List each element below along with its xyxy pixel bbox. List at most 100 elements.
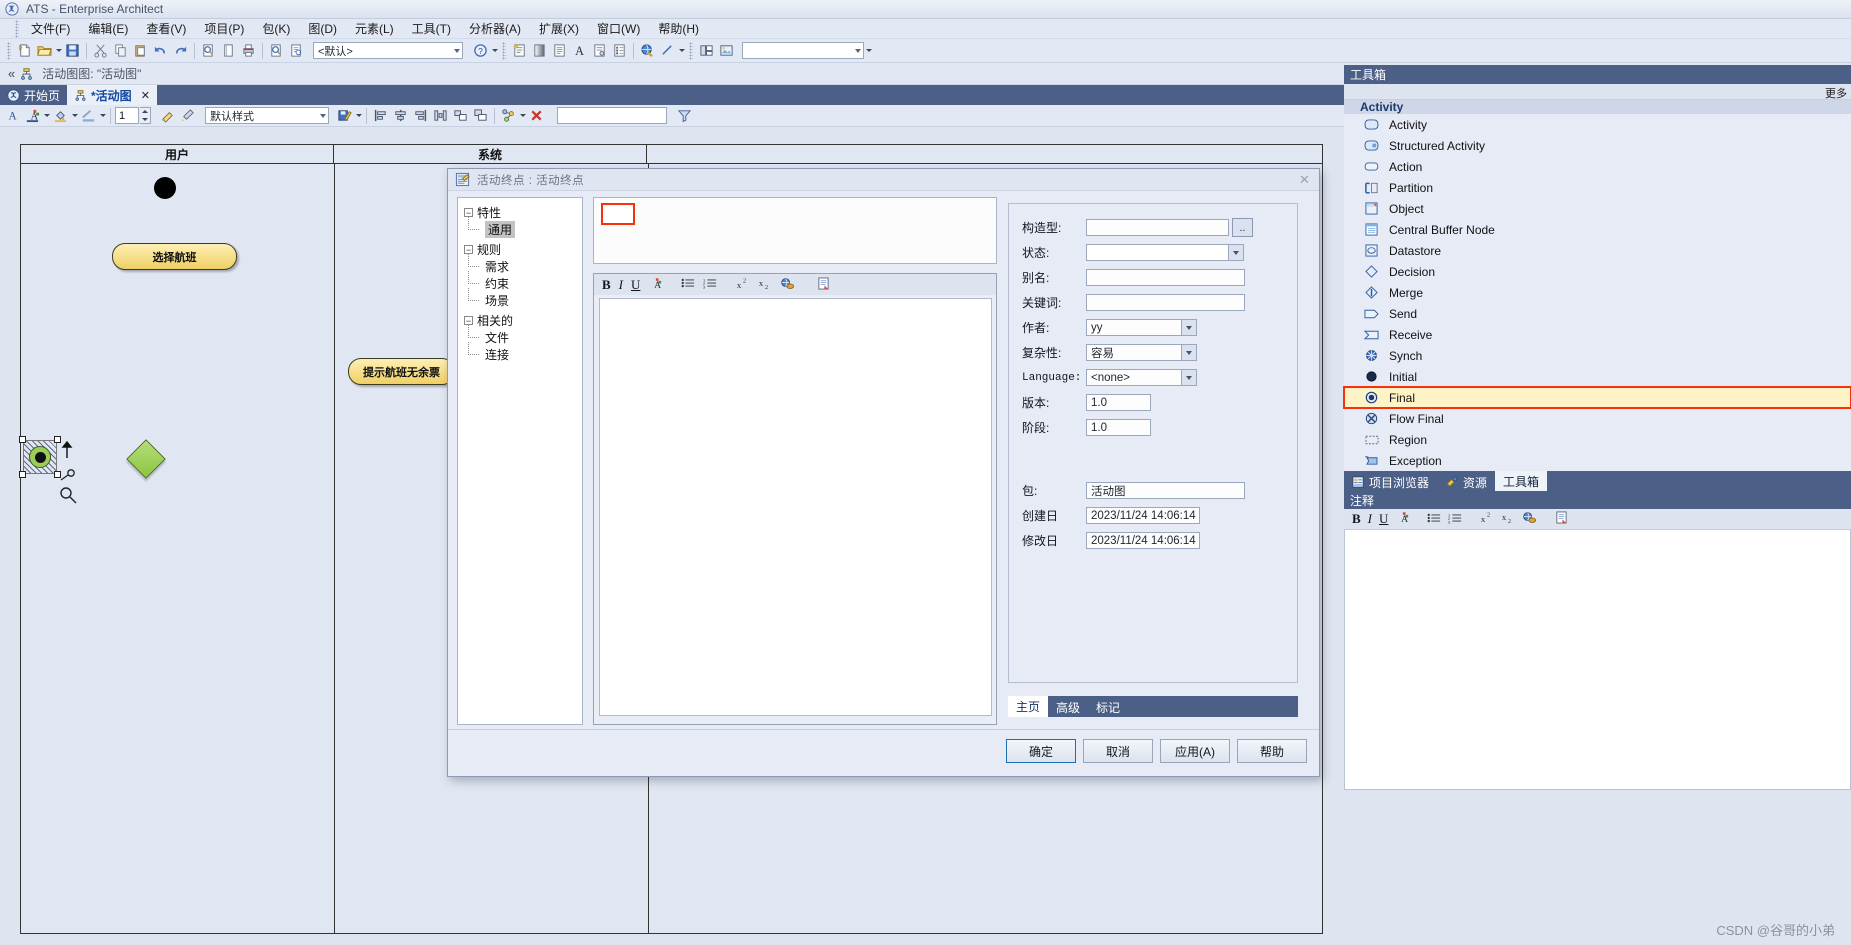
distribute-icon[interactable] [431,106,450,125]
inspect-icon[interactable] [287,41,306,60]
tab-activity-diagram[interactable]: *活动图 ✕ [67,85,157,105]
numbered-list-icon[interactable]: 123 [1448,512,1462,527]
toolbox-more-label[interactable]: 更多 [1825,85,1847,101]
menu-item-analyzer[interactable]: 分析器(A) [460,19,530,38]
resize-handle-ne[interactable] [54,436,61,443]
print-icon[interactable] [239,41,258,60]
superscript-icon[interactable]: x2 [1480,511,1494,527]
sub-tab-tags[interactable]: 标记 [1088,698,1128,717]
italic-icon[interactable]: I [1368,511,1372,527]
gradient-icon[interactable] [530,41,549,60]
page-icon[interactable] [219,41,238,60]
tab-start-page[interactable]: 开始页 [0,85,67,105]
tree-node-constraints[interactable]: 约束 [464,271,582,292]
tree-node-files[interactable]: 文件 [464,325,582,346]
complexity-combo-arrow-icon[interactable] [1182,344,1197,361]
document-icon[interactable] [550,41,569,60]
package-input[interactable]: 活动图 [1086,482,1245,499]
language-combo-value[interactable]: <none> [1086,369,1182,386]
keywords-input[interactable] [1086,294,1245,311]
modified-date-input[interactable]: 2023/11/24 14:06:14 [1086,532,1200,549]
toolbox-item-decision[interactable]: Decision [1344,261,1851,282]
default-perspective-combo[interactable]: <默认> [313,42,463,59]
version-input[interactable]: 1.0 [1086,394,1151,411]
status-combo-value[interactable] [1086,244,1229,261]
zoom-stepper[interactable] [140,107,151,124]
menu-item-element[interactable]: 元素(L) [346,19,403,38]
toolbox-item-partition[interactable]: Partition [1344,177,1851,198]
quick-link-arrow-icon[interactable] [61,440,73,463]
insert-doc-icon[interactable] [817,276,830,293]
style-dropdown-icon[interactable] [355,106,362,125]
format-painter-icon[interactable] [158,106,177,125]
activity-final-node[interactable] [19,436,61,478]
superscript-icon[interactable]: x2 [736,277,750,293]
tree-node-scenarios[interactable]: 场景 [464,288,582,309]
panel-tab-resources[interactable]: 资源 [1437,473,1495,491]
align-right-icon[interactable] [411,106,430,125]
autolayout-dropdown-icon[interactable] [519,106,526,125]
toolbox-item-exception[interactable]: Exception [1344,450,1851,471]
phase-input[interactable]: 1.0 [1086,419,1151,436]
zoom-level-input[interactable]: 1 [115,107,139,124]
zoom-find-icon[interactable] [267,41,286,60]
menu-item-help[interactable]: 帮助(H) [649,19,708,38]
panel-tab-toolbox[interactable]: 工具箱 [1495,471,1548,491]
tree-expander-icon[interactable]: − [464,245,473,254]
cancel-button[interactable]: 取消 [1083,739,1153,763]
cut-icon[interactable] [91,41,110,60]
menu-item-file[interactable]: 文件(F) [22,19,79,38]
filter-icon[interactable] [675,106,694,125]
resize-handle-sw[interactable] [19,471,26,478]
subscript-icon[interactable]: x2 [1501,511,1515,527]
decision-node[interactable] [126,439,166,479]
tree-node-rules[interactable]: − 规则 [464,241,582,258]
toolbox-item-region[interactable]: Region [1344,429,1851,450]
tree-node-links[interactable]: 连接 [464,342,582,363]
text-color-icon[interactable]: A [3,106,22,125]
toolbox-item-central-buffer-node[interactable]: Central Buffer Node [1344,219,1851,240]
toolbox-item-synch[interactable]: Synch [1344,345,1851,366]
ok-button[interactable]: 确定 [1006,739,1076,763]
dialog-nav-tree[interactable]: − 特性 通用 − 规则 需求 约束 场景 − 相关的 文件 连接 [457,197,583,725]
tab-close-icon[interactable]: ✕ [141,89,150,102]
toolbox-item-merge[interactable]: Merge [1344,282,1851,303]
layout-icon[interactable] [697,41,716,60]
menu-item-project[interactable]: 项目(P) [195,19,253,38]
toolbox-item-receive[interactable]: Receive [1344,324,1851,345]
toolbox-item-final[interactable]: Final [1343,386,1851,409]
open-folder-icon[interactable] [35,41,54,60]
underline-icon[interactable]: U [631,277,640,293]
element-name-input[interactable] [601,203,635,225]
print-preview-icon[interactable] [199,41,218,60]
line-color-dropdown-icon[interactable] [99,106,106,125]
sub-tab-main[interactable]: 主页 [1008,696,1049,717]
properties-icon[interactable] [590,41,609,60]
notes-panel-body[interactable] [1344,530,1851,790]
toolbox-item-action[interactable]: Action [1344,156,1851,177]
underline-icon[interactable]: U [1379,511,1388,527]
toolbox-item-datastore[interactable]: Datastore [1344,240,1851,261]
text-color-icon[interactable]: A [648,277,662,293]
numbered-list-icon[interactable]: 123 [703,277,717,292]
new-file-icon[interactable] [15,41,34,60]
hyperlink-icon[interactable] [780,277,795,293]
toolbar-grip-3[interactable] [689,41,693,60]
diagram-filter-input[interactable] [557,107,667,124]
bullet-list-icon[interactable] [1427,512,1441,527]
tree-expander-icon[interactable]: − [464,316,473,325]
author-combo-arrow-icon[interactable] [1182,319,1197,336]
tree-node-properties[interactable]: − 特性 [464,204,582,221]
font-icon[interactable]: A [570,41,589,60]
font-dropdown-icon[interactable] [43,106,50,125]
toolbox-item-object[interactable]: Object [1344,198,1851,219]
menu-item-tools[interactable]: 工具(T) [403,19,460,38]
quick-link-zoom-icon[interactable] [59,486,79,507]
initial-node[interactable] [154,177,176,199]
group-icon[interactable] [471,106,490,125]
toolbar-grip-2[interactable] [502,41,506,60]
toolbox-group-activity[interactable]: Activity [1344,100,1851,114]
delete-icon[interactable] [527,106,546,125]
alias-input[interactable] [1086,269,1245,286]
toolbox-item-initial[interactable]: Initial [1344,366,1851,387]
